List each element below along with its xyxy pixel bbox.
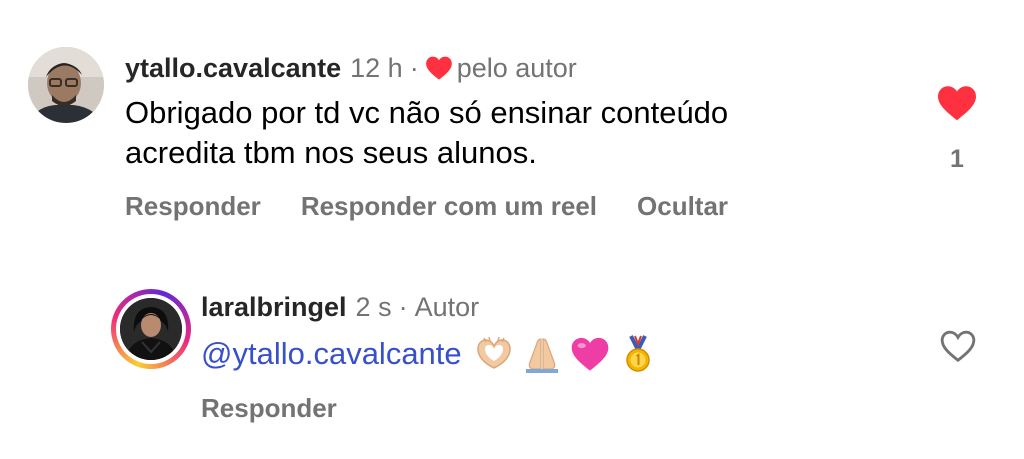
reply-text: @ytallo.cavalcante [201, 333, 658, 375]
comment-text: Obrigado por td vc não só ensinar conteú… [125, 93, 885, 173]
meta-separator: · [409, 52, 419, 83]
reply-emojis [474, 334, 658, 374]
user-avatar-photo [28, 47, 104, 123]
avatar[interactable] [28, 47, 104, 123]
comment-time: 12 h [350, 52, 403, 83]
meta-separator: · [398, 291, 408, 322]
hide-button[interactable]: Ocultar [637, 191, 728, 222]
reply-button[interactable]: Responder [201, 390, 337, 426]
comment-text-line: Obrigado por td vc não só ensinar conteú… [125, 95, 729, 130]
comment-meta: ytallo.cavalcante 12 h · pelo autor [125, 50, 577, 86]
heart-hands-emoji-icon [476, 336, 511, 369]
reply-username[interactable]: laralbringel [201, 292, 347, 323]
reply-meta: laralbringel 2 s · Autor [201, 288, 479, 326]
avatar-ring-gap [116, 294, 186, 364]
mention-link[interactable]: @ytallo.cavalcante [201, 336, 462, 372]
liked-by-author-heart-icon [425, 56, 452, 80]
folded-hands-emoji-icon [525, 338, 558, 373]
reply-button[interactable]: Responder [125, 191, 261, 222]
reply-time: 2 s [355, 291, 392, 322]
comment-username[interactable]: ytallo.cavalcante [125, 53, 341, 84]
like-heart-filled-icon[interactable] [936, 84, 978, 122]
like-count[interactable]: 1 [940, 145, 974, 174]
avatar [120, 298, 182, 360]
liked-by-author-label: pelo autor [456, 52, 577, 83]
author-badge: Autor [414, 291, 480, 322]
medal-emoji-icon [625, 335, 650, 372]
like-heart-outline-icon[interactable] [939, 328, 977, 364]
comments-screen: ytallo.cavalcante 12 h · pelo autor Obri… [0, 0, 1024, 459]
story-ring-avatar[interactable] [111, 289, 191, 369]
reply-with-reel-button[interactable]: Responder com um reel [301, 191, 597, 222]
comment-text-line: acredita tbm nos seus alunos. [125, 135, 537, 170]
author-avatar-photo [120, 298, 182, 360]
pink-heart-emoji-icon [571, 337, 608, 371]
comment-actions: Responder Responder com um reel Ocultar [125, 188, 728, 224]
